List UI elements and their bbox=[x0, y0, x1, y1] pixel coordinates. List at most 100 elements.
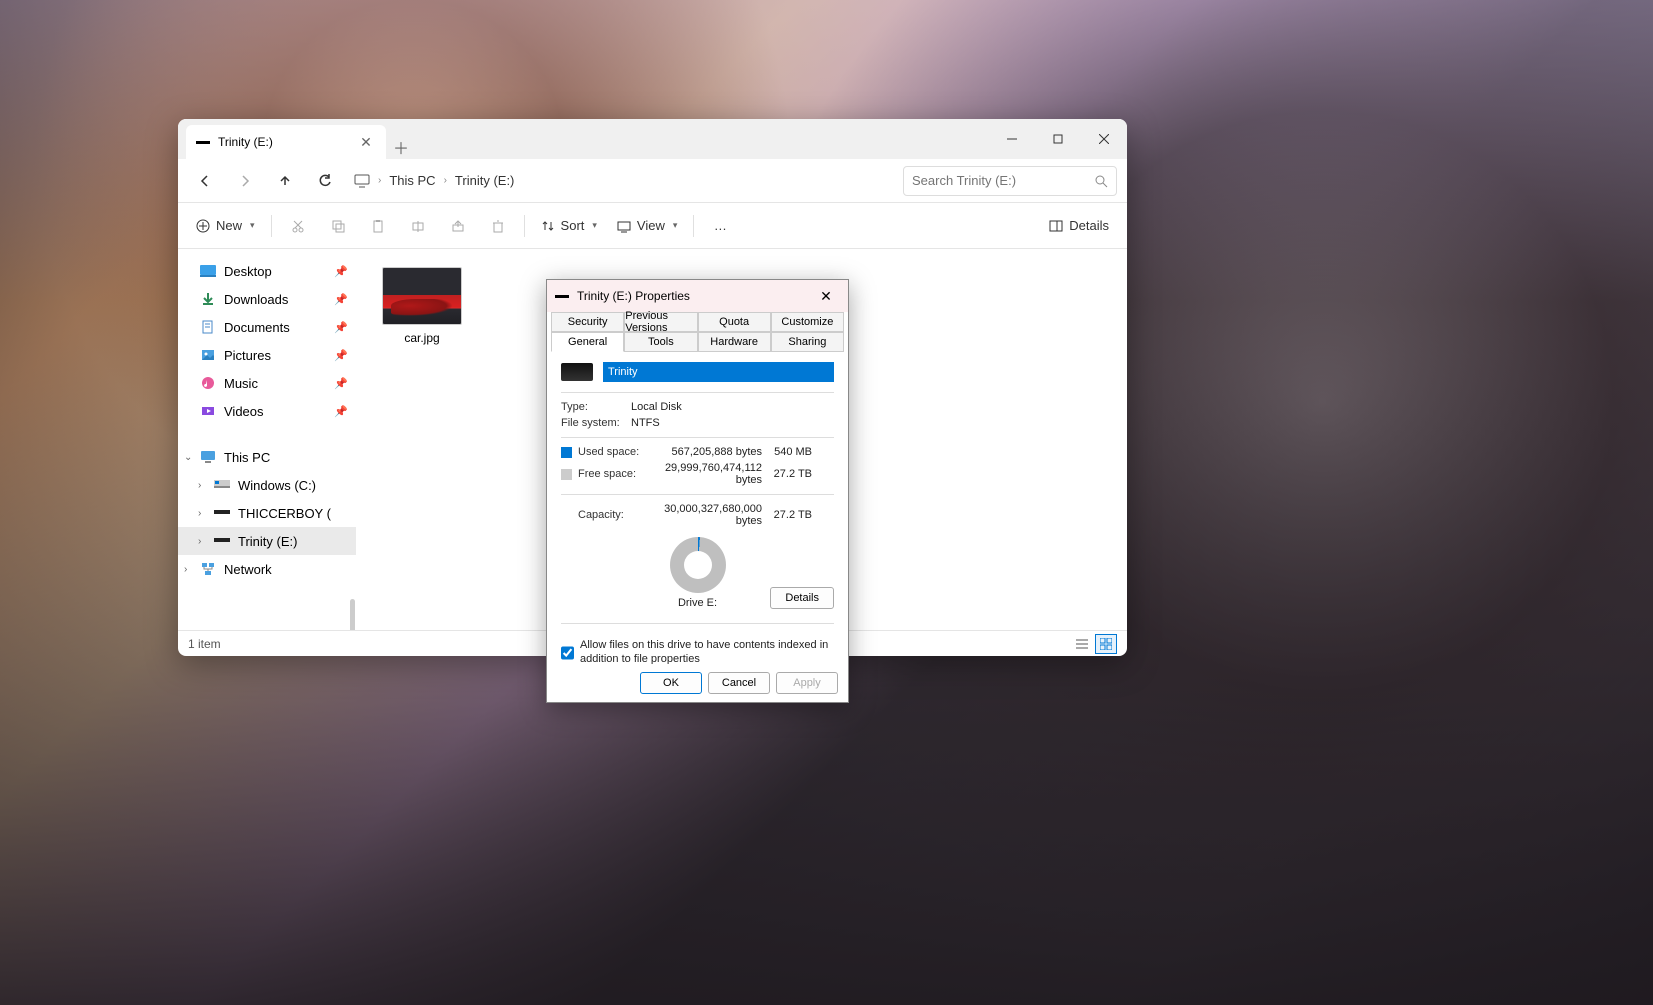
search-input[interactable] bbox=[912, 173, 1094, 188]
view-label: View bbox=[637, 218, 665, 233]
rename-button[interactable] bbox=[400, 210, 436, 242]
up-button[interactable] bbox=[268, 164, 302, 198]
list-view-button[interactable] bbox=[1071, 634, 1093, 654]
cut-button[interactable] bbox=[280, 210, 316, 242]
tab-trinity[interactable]: Trinity (E:) ✕ bbox=[186, 125, 386, 159]
forward-button[interactable] bbox=[228, 164, 262, 198]
sidebar-item-windows-c[interactable]: › Windows (C:) bbox=[178, 471, 356, 499]
sidebar-item-label: Trinity (E:) bbox=[238, 534, 297, 549]
properties-dialog: Trinity (E:) Properties ✕ Security Previ… bbox=[546, 279, 849, 703]
cancel-button[interactable]: Cancel bbox=[708, 672, 770, 694]
drive-icon bbox=[214, 505, 230, 521]
sidebar-item-label: Music bbox=[224, 376, 258, 391]
search-icon bbox=[1094, 174, 1108, 188]
free-bytes: 29,999,760,474,112 bytes bbox=[642, 462, 762, 486]
drive-icon bbox=[214, 533, 230, 549]
sidebar-item-label: Pictures bbox=[224, 348, 271, 363]
back-button[interactable] bbox=[188, 164, 222, 198]
breadcrumb-this-pc[interactable]: This PC bbox=[389, 173, 435, 188]
refresh-button[interactable] bbox=[308, 164, 342, 198]
tab-close-button[interactable]: ✕ bbox=[356, 134, 376, 151]
search-box[interactable] bbox=[903, 166, 1117, 196]
drive-icon bbox=[561, 363, 593, 381]
tab-hardware[interactable]: Hardware bbox=[698, 332, 771, 352]
sidebar-item-label: Downloads bbox=[224, 292, 288, 307]
share-button[interactable] bbox=[440, 210, 476, 242]
new-button[interactable]: New ▾ bbox=[188, 210, 263, 242]
dialog-titlebar[interactable]: Trinity (E:) Properties ✕ bbox=[547, 280, 848, 312]
tab-sharing[interactable]: Sharing bbox=[771, 332, 844, 352]
sidebar-item-music[interactable]: Music 📌 bbox=[178, 369, 356, 397]
chevron-right-icon[interactable]: › bbox=[198, 536, 201, 547]
free-human: 27.2 TB bbox=[762, 468, 812, 480]
sidebar-item-label: Videos bbox=[224, 404, 264, 419]
tab-previous-versions[interactable]: Previous Versions bbox=[624, 312, 697, 332]
dialog-close-button[interactable]: ✕ bbox=[812, 288, 840, 305]
pin-icon: 📌 bbox=[334, 405, 348, 418]
apply-button[interactable]: Apply bbox=[776, 672, 838, 694]
tab-customize[interactable]: Customize bbox=[771, 312, 844, 332]
details-pane-button[interactable]: Details bbox=[1041, 210, 1117, 242]
more-button[interactable]: … bbox=[702, 210, 738, 242]
tab-quota[interactable]: Quota bbox=[698, 312, 771, 332]
filesystem-label: File system: bbox=[561, 417, 631, 429]
sidebar-item-thiccerboy[interactable]: › THICCERBOY ( bbox=[178, 499, 356, 527]
general-tab-body: Type:Local Disk File system:NTFS Used sp… bbox=[547, 352, 848, 664]
type-value: Local Disk bbox=[631, 401, 834, 413]
copy-button[interactable] bbox=[320, 210, 356, 242]
sidebar-item-pictures[interactable]: Pictures 📌 bbox=[178, 341, 356, 369]
allow-indexing-checkbox[interactable] bbox=[561, 639, 574, 664]
sidebar-item-desktop[interactable]: Desktop 📌 bbox=[178, 257, 356, 285]
maximize-button[interactable] bbox=[1035, 119, 1081, 159]
breadcrumb-trinity[interactable]: Trinity (E:) bbox=[455, 173, 514, 188]
view-button[interactable]: View ▾ bbox=[609, 210, 685, 242]
chevron-down-icon: ▾ bbox=[250, 220, 255, 231]
tab-title: Trinity (E:) bbox=[218, 135, 273, 149]
downloads-icon bbox=[200, 291, 216, 307]
monitor-icon bbox=[354, 173, 370, 189]
capacity-human: 27.2 TB bbox=[762, 509, 812, 521]
chevron-right-icon[interactable]: › bbox=[198, 480, 201, 491]
free-label: Free space: bbox=[578, 468, 642, 480]
breadcrumb[interactable]: › This PC › Trinity (E:) bbox=[348, 173, 897, 189]
chevron-right-icon[interactable]: › bbox=[184, 564, 187, 575]
used-bytes: 567,205,888 bytes bbox=[642, 446, 762, 458]
new-label: New bbox=[216, 218, 242, 233]
toolbar: New ▾ Sort ▾ View ▾ … Details bbox=[178, 203, 1127, 249]
sort-button[interactable]: Sort ▾ bbox=[533, 210, 605, 242]
sidebar-item-this-pc[interactable]: ⌄ This PC bbox=[178, 443, 356, 471]
drive-icon bbox=[196, 141, 210, 144]
sidebar-item-documents[interactable]: Documents 📌 bbox=[178, 313, 356, 341]
ok-button[interactable]: OK bbox=[640, 672, 702, 694]
chevron-down-icon[interactable]: ⌄ bbox=[184, 452, 192, 463]
sidebar-item-network[interactable]: › Network bbox=[178, 555, 356, 583]
chevron-down-icon: ▾ bbox=[592, 220, 597, 231]
monitor-icon bbox=[200, 449, 216, 465]
dialog-buttons: OK Cancel Apply bbox=[547, 664, 848, 702]
drive-name-input[interactable] bbox=[603, 362, 834, 382]
new-tab-button[interactable]: ＋ bbox=[386, 135, 416, 159]
allow-indexing-label: Allow files on this drive to have conten… bbox=[580, 638, 834, 664]
navigation-pane: Desktop 📌 Downloads 📌 Documents 📌 Pictur… bbox=[178, 249, 356, 630]
minimize-button[interactable] bbox=[989, 119, 1035, 159]
sidebar-item-videos[interactable]: Videos 📌 bbox=[178, 397, 356, 425]
close-button[interactable] bbox=[1081, 119, 1127, 159]
paste-button[interactable] bbox=[360, 210, 396, 242]
chevron-right-icon[interactable]: › bbox=[198, 508, 201, 519]
dialog-title: Trinity (E:) Properties bbox=[577, 289, 690, 303]
chevron-right-icon: › bbox=[444, 175, 447, 186]
sidebar-scrollbar[interactable] bbox=[348, 249, 356, 630]
file-item-car[interactable]: car.jpg bbox=[374, 267, 470, 345]
used-label: Used space: bbox=[578, 446, 642, 458]
disk-cleanup-details-button[interactable]: Details bbox=[770, 587, 834, 609]
tab-general[interactable]: General bbox=[551, 332, 624, 352]
sidebar-item-trinity[interactable]: › Trinity (E:) bbox=[178, 527, 356, 555]
sidebar-item-label: Documents bbox=[224, 320, 290, 335]
sidebar-item-label: Windows (C:) bbox=[238, 478, 316, 493]
delete-button[interactable] bbox=[480, 210, 516, 242]
sidebar-item-downloads[interactable]: Downloads 📌 bbox=[178, 285, 356, 313]
tab-security[interactable]: Security bbox=[551, 312, 624, 332]
icon-view-button[interactable] bbox=[1095, 634, 1117, 654]
tab-tools[interactable]: Tools bbox=[624, 332, 697, 352]
tab-strip: Trinity (E:) ✕ ＋ bbox=[178, 119, 1127, 159]
